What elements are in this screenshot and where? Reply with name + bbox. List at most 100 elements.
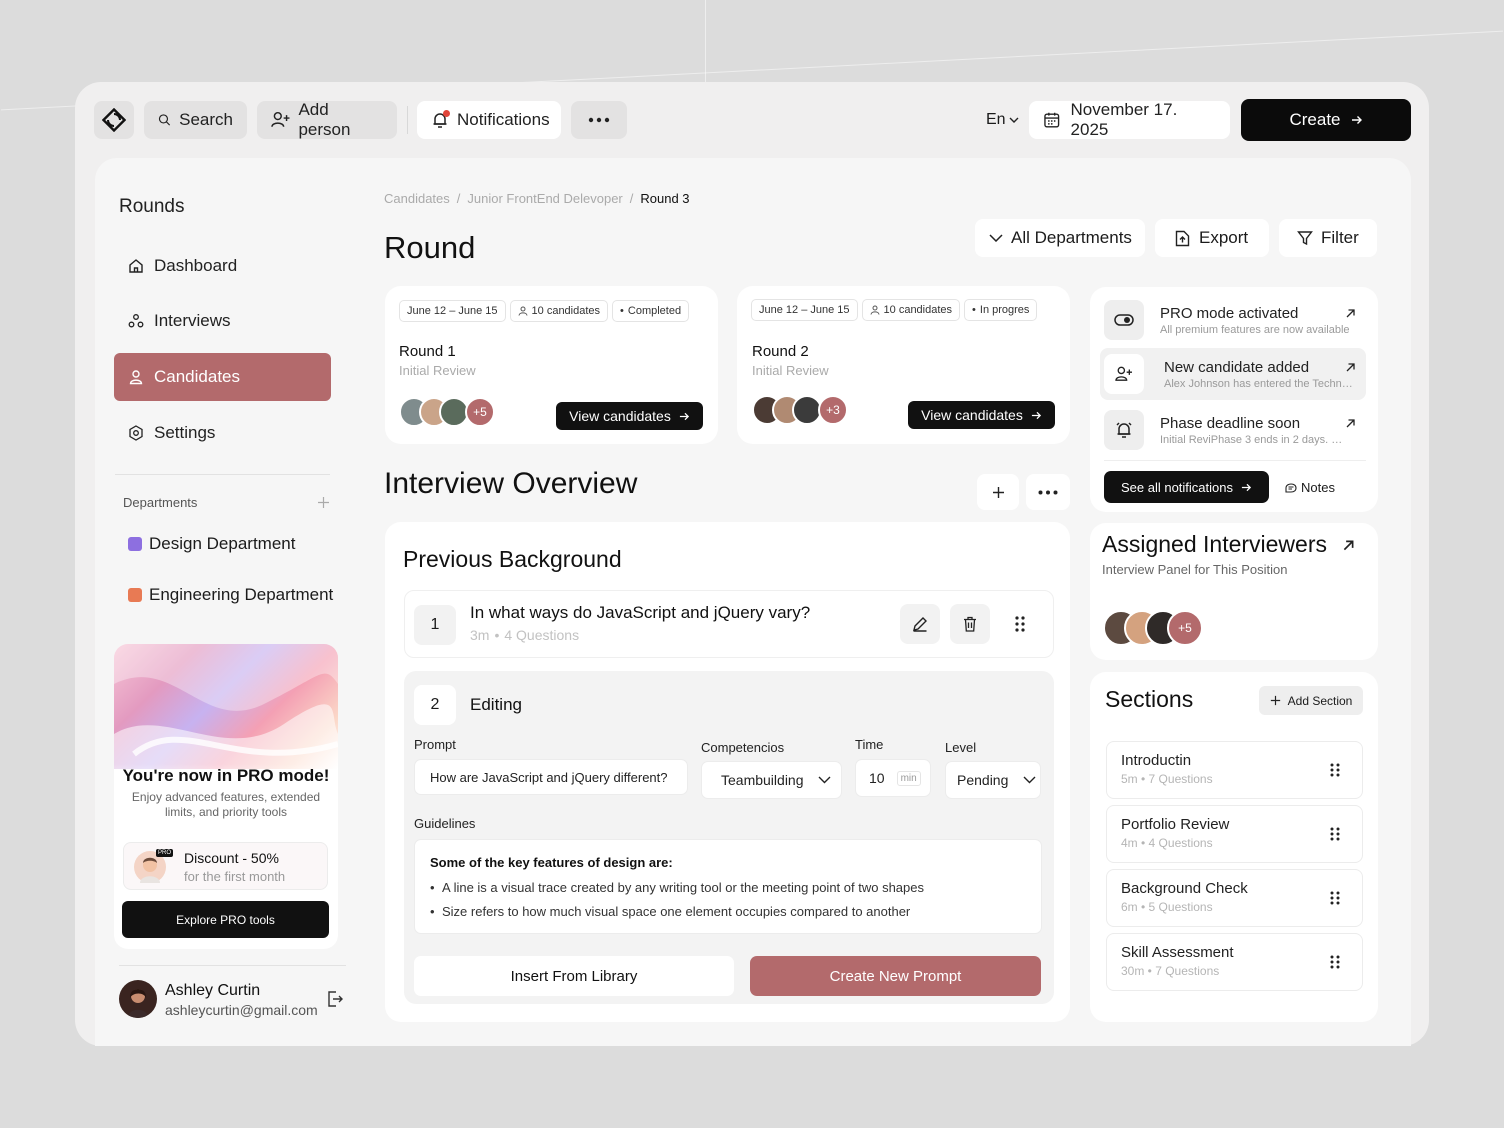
pencil-icon <box>913 617 927 632</box>
section-time: 4m <box>1121 836 1138 850</box>
time-input[interactable]: 10 min <box>855 759 931 797</box>
notification-item[interactable]: New candidate added Alex Johnson has ente… <box>1100 348 1366 400</box>
export-button[interactable]: Export <box>1155 219 1269 257</box>
add-section-button[interactable]: Add Section <box>1259 686 1363 715</box>
section-item[interactable]: Introductin 5m • 7 Questions <box>1106 741 1363 799</box>
view-candidates-button[interactable]: View candidates <box>556 402 703 430</box>
breadcrumb-item[interactable]: Candidates <box>384 191 450 206</box>
language-select[interactable]: En <box>986 109 1019 131</box>
create-label: Create <box>1289 110 1341 129</box>
sidebar-item-interviews[interactable]: Interviews <box>114 297 331 345</box>
round-title: Round 1 <box>399 343 456 360</box>
candidates-count: 10 candidates <box>883 304 953 316</box>
sidebar-heading: Rounds <box>119 196 185 217</box>
candidates-chip: 10 candidates <box>509 300 609 322</box>
more-button[interactable] <box>571 101 627 139</box>
candidates-chip: 10 candidates <box>861 299 961 321</box>
section-title: Background Check <box>1121 880 1248 897</box>
breadcrumb-item[interactable]: Junior FrontEnd Delevoper <box>467 191 622 206</box>
competencies-select[interactable]: Teambuilding <box>701 761 842 799</box>
department-design[interactable]: Design Department <box>128 534 295 554</box>
insert-from-library-button[interactable]: Insert From Library <box>414 956 734 996</box>
round-card-1: June 12 – June 15 10 candidates • Complet… <box>385 286 718 444</box>
explore-pro-label: Explore PRO tools <box>176 912 275 927</box>
date-picker[interactable]: November 17. 2025 <box>1029 100 1230 139</box>
divider <box>119 965 346 966</box>
section-title: Skill Assessment <box>1121 944 1234 961</box>
create-button[interactable]: Create <box>1241 99 1411 141</box>
grip-icon[interactable] <box>1330 827 1340 841</box>
round-subtitle: Initial Review <box>752 363 829 378</box>
candidates-count: 10 candidates <box>531 305 601 317</box>
divider <box>115 474 330 475</box>
level-label: Level <box>945 740 977 755</box>
grip-icon[interactable] <box>1330 763 1340 777</box>
add-person-button[interactable]: Add person <box>257 100 397 139</box>
toggle-icon <box>1114 314 1134 326</box>
sidebar-item-settings[interactable]: Settings <box>114 409 331 457</box>
pro-badge: PRO <box>156 849 174 857</box>
overview-more-button[interactable] <box>1026 474 1070 510</box>
search-label: Search <box>179 110 233 129</box>
guidelines-label: Guidelines <box>414 816 476 831</box>
divider <box>407 106 408 134</box>
delete-button[interactable] <box>950 604 990 644</box>
notification-title: PRO mode activated <box>1160 304 1299 322</box>
notification-item[interactable]: Phase deadline soon Initial ReviPhase 3 e… <box>1100 404 1366 456</box>
prompt-label: Prompt <box>414 737 456 752</box>
app-logo[interactable] <box>94 101 134 139</box>
section-time: 6m <box>1121 900 1138 914</box>
see-all-notifications-button[interactable]: See all notifications <box>1104 471 1269 503</box>
level-value: Pending <box>957 772 1009 788</box>
user-icon <box>870 305 880 315</box>
departments-dropdown[interactable]: All Departments <box>975 219 1145 257</box>
notification-subtitle: Alex Johnson has entered the Technical r… <box>1164 377 1354 390</box>
more-avatars-badge: +5 <box>1167 610 1203 646</box>
add-person-label: Add person <box>298 100 351 139</box>
sidebar-item-candidates[interactable]: Candidates <box>114 353 331 401</box>
user-icon <box>129 370 143 385</box>
notifications-button[interactable]: Notifications <box>417 101 561 139</box>
promo-title: You're now in PRO mode! <box>122 766 330 785</box>
notification-title: New candidate added <box>1164 358 1310 376</box>
level-select[interactable]: Pending <box>945 761 1041 799</box>
view-candidates-button[interactable]: View candidates <box>908 401 1055 429</box>
notification-dot <box>443 110 450 117</box>
guideline-item: • Size refers to how much visual space on… <box>430 904 911 919</box>
drag-handle[interactable] <box>1015 616 1025 632</box>
logout-icon <box>328 991 343 1007</box>
edit-button[interactable] <box>900 604 940 644</box>
guidelines-textarea[interactable]: Some of the key features of design are: … <box>414 839 1042 934</box>
avatar[interactable] <box>119 980 157 1018</box>
department-engineering[interactable]: Engineering Department <box>128 585 333 605</box>
notification-icon <box>1104 410 1144 450</box>
notifications-label: Notifications <box>457 110 550 129</box>
add-question-button[interactable] <box>977 474 1019 510</box>
discount-sub: for the first month <box>184 869 286 884</box>
background-line <box>705 0 706 82</box>
notes-button[interactable]: Notes <box>1285 480 1335 495</box>
section-questions: 5 Questions <box>1148 900 1213 914</box>
section-item[interactable]: Portfolio Review 4m • 4 Questions <box>1106 805 1363 863</box>
search-button[interactable]: Search <box>144 101 247 139</box>
grip-icon[interactable] <box>1330 955 1340 969</box>
prompt-input[interactable]: How are JavaScript and jQuery different? <box>414 759 688 795</box>
filter-button[interactable]: Filter <box>1279 219 1377 257</box>
section-item[interactable]: Skill Assessment 30m • 7 Questions <box>1106 933 1363 991</box>
departments-dropdown-label: All Departments <box>1011 228 1132 247</box>
plus-icon <box>992 486 1004 498</box>
section-questions: 4 Questions <box>1148 836 1213 850</box>
notification-item[interactable]: PRO mode activated All premium features a… <box>1100 294 1366 346</box>
section-item[interactable]: Background Check 6m • 5 Questions <box>1106 869 1363 927</box>
sidebar-item-dashboard[interactable]: Dashboard <box>114 242 331 290</box>
notification-icon <box>1104 300 1144 340</box>
assigned-interviewers-subtitle: Interview Panel for This Position <box>1102 562 1288 577</box>
explore-pro-button[interactable]: Explore PRO tools <box>122 901 329 938</box>
create-new-prompt-button[interactable]: Create New Prompt <box>750 956 1041 996</box>
page-title: Round <box>384 230 476 265</box>
open-interviewers-button[interactable] <box>1342 539 1355 552</box>
grip-icon[interactable] <box>1330 891 1340 905</box>
logout-button[interactable] <box>326 990 344 1008</box>
status-label: In progres <box>979 304 1030 316</box>
add-department-button[interactable] <box>317 496 330 509</box>
